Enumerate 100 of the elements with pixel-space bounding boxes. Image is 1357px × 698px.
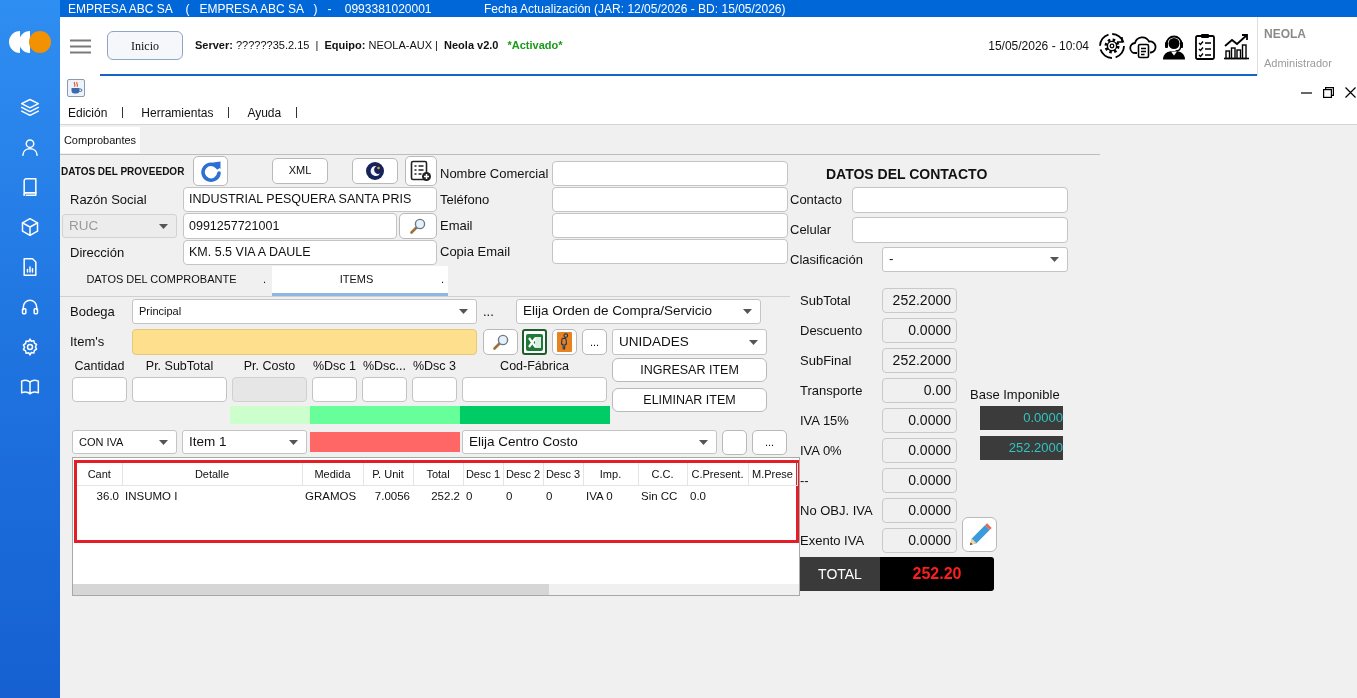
field-label: Copia Email	[440, 242, 511, 261]
input-field[interactable]	[852, 217, 1068, 243]
tab[interactable]: DATOS DEL COMPROBANTE .	[60, 266, 270, 296]
moon-icon	[366, 161, 384, 180]
tax-dropdown[interactable]: CON IVA	[72, 430, 177, 454]
more-button[interactable]: ...	[582, 329, 607, 355]
logo-icon	[9, 31, 51, 53]
field-label: Item's	[70, 333, 105, 352]
xml-button[interactable]: XML	[272, 157, 328, 184]
input-field[interactable]	[552, 161, 788, 186]
search-icon	[410, 218, 426, 234]
date-time: 15/05/2026 - 10:04	[988, 37, 1089, 55]
field-label: Bodega	[70, 302, 115, 321]
field-label: Contacto	[790, 191, 843, 210]
search-icon	[492, 334, 509, 350]
bar-chart-icon[interactable]	[1222, 31, 1250, 60]
amount-label: --	[800, 471, 809, 490]
input-field[interactable]: INDUSTRIAL PESQUERA SANTA PRIS	[183, 187, 437, 212]
list-add-button[interactable]	[405, 155, 437, 186]
field-label: Dirección	[70, 243, 125, 262]
table-cell: 0	[543, 485, 583, 507]
column-label: Cantidad	[74, 358, 125, 374]
input-field[interactable]	[132, 377, 227, 402]
caret-icon	[159, 223, 168, 229]
column-label: Pr. Costo	[243, 358, 296, 374]
caret-icon	[743, 309, 752, 314]
caret-icon	[1050, 257, 1059, 262]
field-label: Razón Social	[70, 190, 147, 209]
report-icon[interactable]	[20, 257, 40, 277]
input-field[interactable]	[552, 213, 788, 238]
close-icon[interactable]	[1345, 87, 1356, 98]
action-button[interactable]: INGRESAR ITEM	[612, 358, 767, 382]
search-button[interactable]	[483, 329, 518, 355]
line-dropdown[interactable]: Item 1	[182, 430, 307, 454]
column-label: %Dsc 1	[312, 358, 357, 374]
cost-center-dropdown[interactable]: Elija Centro Costo	[462, 430, 717, 454]
table-cell: 0	[463, 485, 503, 507]
action-button[interactable]: ELIMINAR ITEM	[612, 388, 767, 412]
column-header: M.Prese	[748, 463, 797, 485]
column-header: Detalle	[122, 463, 302, 485]
tab[interactable]: Comprobantes	[60, 127, 140, 153]
column-header: Imp.	[583, 463, 638, 485]
search-button[interactable]	[399, 213, 437, 239]
spreadsheet-button[interactable]	[522, 329, 547, 355]
amount-field: 252.2000	[882, 348, 957, 373]
home-button[interactable]: Inicio	[107, 31, 183, 60]
settings-icon[interactable]	[20, 337, 40, 357]
column-header: P. Unit	[363, 463, 413, 485]
order-dropdown[interactable]: Elija Orden de Compra/Servicio	[516, 299, 761, 324]
tab[interactable]: ITEMS .	[272, 266, 448, 296]
unit-dropdown[interactable]: UNIDADES	[612, 329, 767, 355]
amount-label: Base Imponible	[970, 386, 1060, 402]
refresh-button[interactable]	[193, 155, 228, 186]
input-field[interactable]	[412, 377, 457, 402]
horizontal-scrollbar[interactable]	[73, 584, 799, 595]
input-field[interactable]	[852, 187, 1068, 213]
menu-item[interactable]: Edición	[68, 103, 108, 122]
input-field[interactable]	[462, 377, 607, 402]
person-button[interactable]	[552, 329, 577, 355]
company-info: EMPRESA ABC SA ( EMPRESA ABC SA ) - 0993381020001	[68, 1, 432, 16]
user-icon[interactable]	[20, 137, 40, 157]
coffee-cup-icon	[67, 79, 85, 97]
caret-icon	[699, 439, 708, 445]
headset-icon[interactable]	[20, 297, 40, 317]
input-field[interactable]	[552, 239, 788, 264]
classification-dropdown[interactable]: -	[882, 247, 1068, 272]
input-field[interactable]	[312, 377, 357, 402]
more-button[interactable]: ...	[752, 429, 787, 455]
table-cell: GRAMOS	[302, 485, 363, 507]
input-field[interactable]	[552, 187, 788, 212]
table-cell: 7.0056	[363, 485, 413, 507]
menu-item[interactable]: Herramientas	[141, 103, 214, 122]
caret-icon	[289, 439, 298, 445]
cube-icon[interactable]	[20, 217, 40, 237]
item-search-field[interactable]	[132, 329, 477, 355]
amount-field: 0.0000	[882, 528, 957, 553]
menu-item[interactable]: Ayuda	[247, 103, 282, 122]
moon-button[interactable]	[352, 157, 398, 184]
warehouse-dropdown[interactable]: Principal	[132, 299, 477, 324]
user-name: NEOLA	[1264, 26, 1307, 43]
table-cell: Sin CC	[638, 485, 687, 507]
input-field[interactable]	[72, 377, 127, 402]
open-book-icon[interactable]	[20, 377, 40, 397]
gear-refresh-icon[interactable]	[1098, 31, 1126, 60]
table-cell: INSUMO I	[122, 485, 302, 507]
amount-field: 0.00	[882, 378, 957, 403]
server-info: Server: ??????35.2.15 | Equipo: NEOLA-AUX | Neola v2.0	[195, 38, 499, 54]
book-icon[interactable]	[20, 177, 40, 197]
input-field[interactable]: 0991257721001	[183, 213, 397, 239]
input-field[interactable]: KM. 5.5 VIA A DAULE	[183, 240, 437, 265]
input-field[interactable]	[362, 377, 407, 402]
field-label: Teléfono	[440, 190, 490, 209]
amount-field: 0.0000	[882, 498, 957, 523]
layers-icon[interactable]	[20, 97, 40, 117]
table-cell: 0.0	[687, 485, 748, 507]
list-add-icon	[410, 159, 432, 182]
restore-icon[interactable]	[1323, 87, 1334, 98]
activation-status: *Activado*	[507, 38, 563, 54]
menu-icon[interactable]	[69, 39, 91, 54]
edit-button[interactable]	[962, 517, 997, 552]
